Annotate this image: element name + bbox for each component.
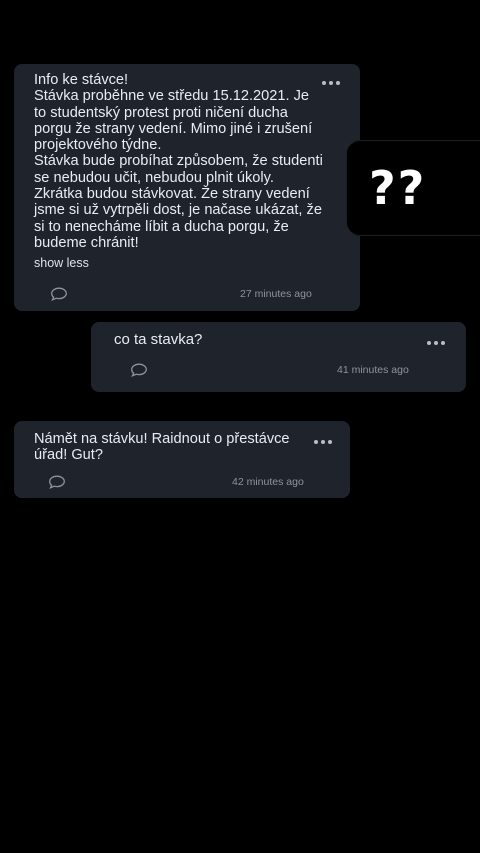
timestamp: 27 minutes ago <box>240 288 312 300</box>
timestamp: 41 minutes ago <box>337 364 409 376</box>
more-options-icon[interactable] <box>427 341 445 345</box>
timestamp: 42 minutes ago <box>232 476 304 488</box>
post-text: co ta stavka? <box>114 331 203 348</box>
feed: Info ke stávce! Stávka proběhne ve střed… <box>0 0 480 853</box>
more-options-icon[interactable] <box>314 440 332 444</box>
question-marks-overlay: ?? <box>346 140 480 236</box>
post-card: Info ke stávce! Stávka proběhne ve střed… <box>14 64 360 311</box>
comment-icon[interactable] <box>50 287 68 301</box>
post-card: co ta stavka? 41 minutes ago <box>91 322 466 392</box>
comment-icon[interactable] <box>48 475 66 489</box>
post-card: Námět na stávku! Raidnout o přestávce úř… <box>14 421 350 498</box>
post-text: Info ke stávce! Stávka proběhne ve střed… <box>34 72 323 251</box>
comment-icon[interactable] <box>130 363 148 377</box>
overlay-text: ?? <box>369 161 427 215</box>
more-options-icon[interactable] <box>322 81 340 85</box>
show-less-link[interactable]: show less <box>34 256 89 270</box>
post-text: Námět na stávku! Raidnout o přestávce úř… <box>34 431 290 464</box>
